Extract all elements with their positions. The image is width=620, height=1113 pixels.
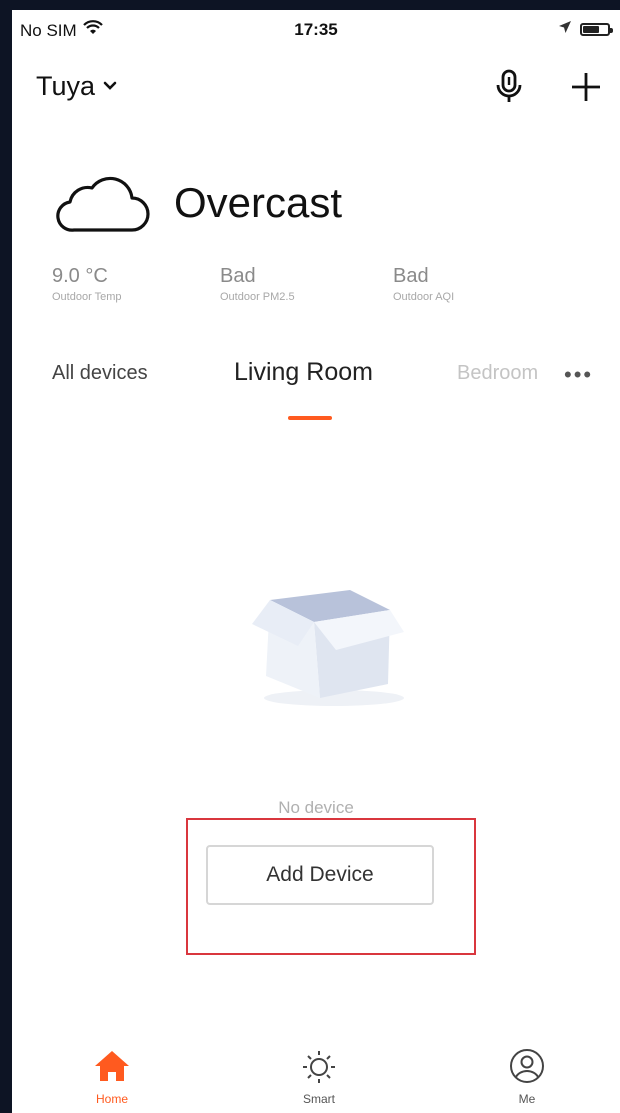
home-icon bbox=[52, 1048, 172, 1084]
home-name: Tuya bbox=[36, 71, 96, 101]
location-arrow-icon bbox=[558, 20, 572, 39]
no-device-message: No device bbox=[278, 798, 354, 817]
nav-label: Smart bbox=[302, 1092, 335, 1106]
stat-value: 9.0 °C bbox=[52, 265, 108, 287]
room-tabs: All devices Living Room Bedroom ••• bbox=[12, 350, 620, 420]
active-tab-indicator bbox=[288, 416, 332, 420]
stat-label: Outdoor Temp bbox=[52, 291, 122, 303]
weather-summary: Overcast bbox=[52, 170, 342, 236]
app-screen: No SIM 17:35 Tuya Overcast 9.0 °C Outdoo… bbox=[12, 10, 620, 1113]
cloud-icon bbox=[52, 170, 152, 236]
outdoor-pm25-stat: Bad Outdoor PM2.5 bbox=[220, 265, 295, 303]
sun-icon bbox=[259, 1048, 379, 1084]
add-device-button[interactable]: Add Device bbox=[206, 845, 434, 905]
battery-icon bbox=[580, 23, 613, 36]
bottom-nav: Home Smart Me bbox=[12, 1040, 620, 1113]
stat-label: Outdoor PM2.5 bbox=[220, 291, 295, 303]
nav-me[interactable]: Me bbox=[467, 1048, 587, 1106]
weather-condition: Overcast bbox=[174, 179, 343, 226]
stat-value: Bad bbox=[220, 265, 256, 287]
nav-label: Home bbox=[95, 1092, 128, 1106]
top-bar: Tuya bbox=[12, 65, 620, 115]
home-selector[interactable]: Tuya bbox=[36, 71, 117, 102]
more-rooms-button[interactable]: ••• bbox=[564, 362, 593, 388]
nav-home[interactable]: Home bbox=[52, 1048, 172, 1106]
nav-label: Me bbox=[518, 1092, 536, 1106]
stat-label: Outdoor AQI bbox=[393, 291, 455, 303]
empty-box-illustration bbox=[242, 580, 422, 710]
tab-all-devices[interactable]: All devices bbox=[52, 362, 148, 385]
tab-bedroom[interactable]: Bedroom bbox=[457, 362, 547, 385]
outdoor-temp-stat: 9.0 °C Outdoor Temp bbox=[52, 265, 122, 303]
outdoor-aqi-stat: Bad Outdoor AQI bbox=[393, 265, 454, 303]
microphone-icon[interactable] bbox=[494, 69, 524, 105]
clock: 17:35 bbox=[294, 20, 338, 39]
chevron-down-icon bbox=[103, 78, 117, 96]
user-icon bbox=[467, 1048, 587, 1084]
tab-living-room[interactable]: Living Room bbox=[234, 358, 373, 387]
nav-smart[interactable]: Smart bbox=[259, 1048, 379, 1106]
stat-value: Bad bbox=[393, 265, 429, 287]
add-icon[interactable] bbox=[568, 69, 604, 105]
status-bar: No SIM 17:35 bbox=[12, 10, 620, 52]
